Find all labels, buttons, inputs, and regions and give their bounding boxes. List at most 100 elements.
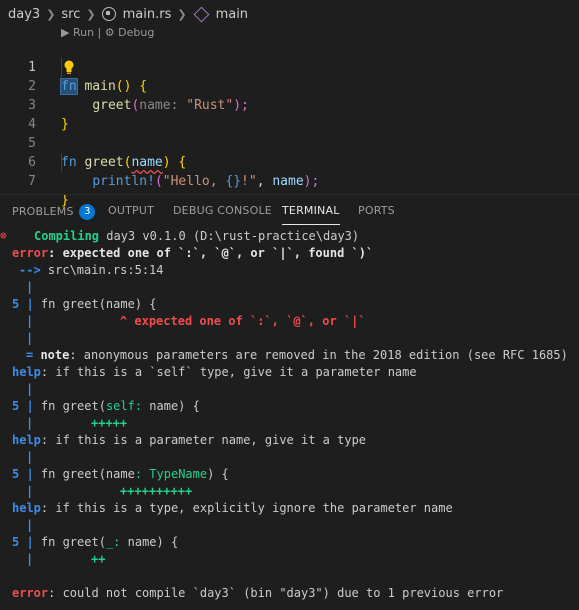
tab-label: PROBLEMS — [12, 205, 74, 218]
string-literal: "Rust" — [186, 98, 234, 113]
gutter-bar: | — [26, 518, 34, 532]
codelens: ▶ Run | ⚙ Debug — [61, 26, 154, 39]
suggestion-marks: ++ — [33, 552, 106, 566]
error-tag: error — [12, 246, 49, 260]
string-literal: "Hello, — [162, 174, 226, 189]
help-tag: help — [12, 365, 41, 379]
breadcrumb-symbol[interactable]: main — [216, 7, 248, 22]
string-literal: !" — [241, 174, 257, 189]
tab-debug-console[interactable]: DEBUG CONSOLE — [173, 204, 272, 217]
terminal-line: 5 | fn greet(self: name) { — [12, 398, 200, 415]
punctuation: ( — [154, 174, 163, 189]
terminal-line: help: if this is a `self` type, give it … — [12, 364, 417, 381]
keyword: fn — [61, 155, 77, 170]
gutter-line-number: 5 | — [12, 399, 34, 413]
terminal-line: --> src\main.rs:5:14 — [19, 262, 164, 279]
terminal-line: | — [26, 279, 33, 296]
punctuation: { — [178, 155, 187, 170]
terminal-output[interactable]: ⊗ Compiling day3 v0.1.0 (D:\rust-practic… — [0, 228, 579, 610]
code-editor[interactable]: ▶ Run | ⚙ Debug 1 fn main() { 2 greet(na… — [0, 24, 579, 208]
code-line-4: 4 — [0, 96, 36, 132]
lightbulb-icon[interactable] — [63, 59, 75, 75]
tab-output[interactable]: OUTPUT — [108, 204, 154, 217]
terminal-line: 5 | fn greet(name: TypeName) { — [12, 466, 229, 483]
error-message: : could not compile `day3` (bin "day3") … — [48, 586, 504, 600]
suggestion-text: fn greet( — [33, 399, 106, 413]
terminal-line: | — [26, 449, 33, 466]
help-tag: help — [12, 433, 41, 447]
rust-file-icon — [101, 7, 116, 21]
location-arrow: --> — [19, 263, 41, 277]
macro-call: println! — [92, 174, 155, 189]
suggestion-added: : TypeName — [134, 467, 208, 481]
inlay-hint: name: — [139, 98, 179, 113]
gutter-bar: | — [26, 331, 34, 345]
code-line-3: 3 } — [0, 77, 69, 132]
tab-problems[interactable]: PROBLEMS 3 — [12, 204, 96, 220]
run-codelens[interactable]: ▶ Run — [61, 26, 94, 39]
problems-count-badge: 3 — [79, 204, 96, 220]
note-prefix: = — [26, 348, 41, 362]
code-line-5: 5 fn greet(name) { — [0, 115, 186, 170]
code-line-7: 7 } — [0, 153, 69, 208]
run-label: Run — [72, 26, 95, 39]
help-tag: help — [12, 501, 41, 515]
code-line-1: 1 fn main() { — [0, 39, 147, 95]
punctuation: () — [115, 79, 132, 94]
code-line-6: 6 println!("Hello, {}!", name); — [0, 134, 319, 189]
punctuation: ); — [303, 174, 320, 189]
terminal-line: | ++++++++++ — [26, 483, 192, 500]
terminal-line: 5 | fn greet(name) { — [12, 296, 157, 313]
breadcrumb-file[interactable]: main.rs — [123, 7, 172, 22]
debug-label: Debug — [118, 26, 155, 39]
gutter-bar: | — [26, 450, 34, 464]
format-placeholder: {} — [225, 174, 242, 189]
chevron-right-icon: ❯ — [177, 7, 187, 21]
terminal-line: | +++++ — [26, 415, 127, 432]
suggestion-added: self: — [105, 399, 143, 413]
punctuation: , — [256, 174, 273, 189]
error-message: : expected one of `:`, `@`, or `|`, foun… — [48, 246, 374, 260]
terminal-line: | — [26, 330, 33, 347]
tab-terminal[interactable]: TERMINAL — [282, 204, 340, 225]
terminal-line: error: could not compile `day3` (bin "da… — [12, 585, 503, 602]
punctuation: ); — [233, 98, 249, 113]
suggestion-text: name) { — [142, 399, 200, 413]
terminal-line: | — [26, 517, 33, 534]
function-call: greet — [92, 98, 132, 113]
terminal-line: error: expected one of `:`, `@`, or `|`,… — [12, 245, 373, 262]
error-tag: error — [12, 586, 49, 600]
terminal-line: help: if this is a type, explicitly igno… — [12, 500, 453, 517]
error-x-icon: ⊗ — [0, 229, 7, 242]
line-number: 7 — [28, 174, 36, 189]
codelens-separator: | — [94, 26, 105, 39]
terminal-line: = note: anonymous parameters are removed… — [26, 347, 568, 364]
gutter-bar: | — [26, 280, 34, 294]
punctuation: { — [139, 79, 148, 94]
error-location[interactable]: src\main.rs:5:14 — [41, 263, 164, 277]
terminal-line: 5 | fn greet(_: name) { — [12, 534, 178, 551]
gutter-line-number: 5 | — [12, 467, 34, 481]
breadcrumb-folder[interactable]: day3 — [8, 7, 40, 22]
suggestion-text: fn greet(name — [33, 467, 135, 481]
gutter-line-number: 5 | — [12, 297, 34, 311]
panel-divider[interactable] — [0, 194, 579, 195]
error-caret: ^ expected one of `:`, `@`, or `|` — [33, 314, 366, 328]
breadcrumb-subfolder[interactable]: src — [61, 7, 80, 22]
debug-codelens[interactable]: ⚙ Debug — [105, 26, 155, 39]
suggestion-marks: +++++ — [33, 416, 128, 430]
function-name: greet — [84, 155, 124, 170]
function-name: main — [84, 79, 116, 94]
tab-ports[interactable]: PORTS — [358, 204, 395, 217]
parameter-error[interactable]: name — [131, 155, 162, 170]
suggestion-marks: ++++++++++ — [33, 484, 193, 498]
chevron-right-icon: ❯ — [86, 7, 96, 21]
chevron-right-icon: ❯ — [46, 7, 56, 21]
terminal-line: | — [26, 381, 33, 398]
suggestion-text: fn greet( — [33, 535, 106, 549]
terminal-line: help: if this is a parameter name, give … — [12, 432, 366, 449]
gutter-line-number: 5 | — [12, 535, 34, 549]
note-tag: note — [40, 348, 70, 362]
terminal-line: | ++ — [26, 551, 105, 568]
note-message: : anonymous parameters are removed in th… — [69, 348, 568, 362]
